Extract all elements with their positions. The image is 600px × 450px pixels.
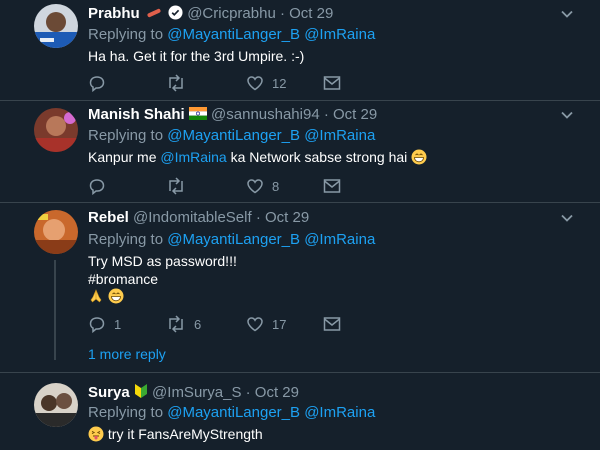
bat-icon [146,5,162,22]
india-flag-icon [188,106,207,123]
retweet-button[interactable]: 6 [166,314,201,334]
like-count: 17 [272,316,287,332]
folded-hands-emoji [88,288,104,304]
tongue-emoji [88,426,104,442]
tweet-text: Try MSD as password!!! [88,253,237,269]
tweet-surya[interactable]: Surya @ImSurya_S · Oct 29 Replying to @M… [0,373,600,450]
reply-button[interactable] [88,73,106,93]
verified-icon [168,5,183,22]
mention-link[interactable]: @ImRaina [304,127,375,144]
reply-icon [89,76,105,92]
retweet-icon [169,315,183,333]
avatar[interactable] [34,210,78,254]
more-replies-link[interactable]: 1 more reply [88,346,166,362]
display-name[interactable]: Prabhu [88,5,140,22]
timestamp[interactable]: · Oct 29 [324,106,377,123]
thread-line [54,260,56,360]
display-name[interactable]: Manish Shahi [88,106,185,123]
like-button[interactable]: 12 [246,73,286,93]
like-button[interactable]: 17 [246,314,286,334]
retweet-button[interactable] [166,176,186,196]
timestamp[interactable]: · Oct 29 [256,209,309,226]
display-name[interactable]: Surya [88,384,130,401]
like-button[interactable]: 8 [246,176,279,196]
mention-link[interactable]: @ImRaina [160,149,226,165]
share-icon [323,179,341,193]
grinning-emoji [411,149,427,165]
chevron-down-icon[interactable] [560,211,574,225]
handle[interactable]: @IndomitableSelf [133,209,252,226]
tweet-text-line: try it FansAreMyStrength [88,426,263,442]
timestamp[interactable]: · Oct 29 [280,5,333,22]
reply-button[interactable] [88,176,106,196]
share-button[interactable] [323,73,341,93]
retweet-button[interactable] [166,73,186,93]
tweet-prabhu[interactable]: Prabhu @Cricprabhu · Oct 29 Replying to … [0,0,600,101]
tweet-text: Ha ha. Get it for the 3rd Umpire. :-) [88,48,305,64]
retweet-icon [169,177,183,195]
mention-link[interactable]: @MayantiLanger_B [167,127,300,144]
mention-link[interactable]: @MayantiLanger_B [167,404,300,421]
reply-count: 1 [114,316,122,332]
hashtag-link[interactable]: #bromance [88,271,158,287]
mention-link[interactable]: @ImRaina [304,26,375,43]
tweet-text: Kanpur me @ImRaina ka Network sabse stro… [88,149,427,165]
mention-link[interactable]: @MayantiLanger_B [167,231,300,248]
mention-link[interactable]: @ImRaina [304,404,375,421]
reply-icon [89,317,105,333]
replying-to-label: Replying to [88,127,164,144]
chevron-down-icon[interactable] [560,7,574,21]
avatar[interactable] [34,108,78,152]
text-segment: Kanpur me [88,149,161,165]
mention-link[interactable]: @MayantiLanger_B [167,26,300,43]
display-name[interactable]: Rebel [88,209,129,226]
avatar[interactable] [34,383,78,427]
chevron-down-icon[interactable] [560,108,574,122]
share-button[interactable] [323,176,341,196]
replying-to-label: Replying to [88,404,164,421]
mention-link[interactable]: @ImRaina [304,231,375,248]
avatar[interactable] [34,4,78,48]
retweet-icon [169,74,183,92]
share-icon [323,76,341,90]
like-count: 12 [272,75,287,91]
tweet-manish-shahi[interactable]: Manish Shahi @sannushahi94 · Oct 29 Repl… [0,100,600,203]
emoji-line [88,288,124,304]
handle[interactable]: @sannushahi94 [211,106,320,123]
reply-button[interactable]: 1 [88,314,121,334]
replying-to-label: Replying to [88,26,164,43]
like-icon [247,76,263,91]
beginner-icon [134,383,148,401]
timestamp[interactable]: · Oct 29 [246,384,299,401]
handle[interactable]: @Cricprabhu [187,5,276,22]
text-segment: ka Network sabse strong hai [226,149,408,165]
like-icon [247,317,263,332]
share-button[interactable] [323,314,341,334]
tweet-text: try it FansAreMyStrength [107,426,263,442]
like-count: 8 [272,178,280,194]
tweet-rebel[interactable]: Rebel @IndomitableSelf · Oct 29 Replying… [0,202,600,373]
share-icon [323,317,341,331]
handle[interactable]: @ImSurya_S [152,384,241,401]
grinning-emoji [108,288,124,304]
replying-to-label: Replying to [88,231,164,248]
like-icon [247,179,263,194]
reply-icon [89,179,105,195]
retweet-count: 6 [194,316,202,332]
